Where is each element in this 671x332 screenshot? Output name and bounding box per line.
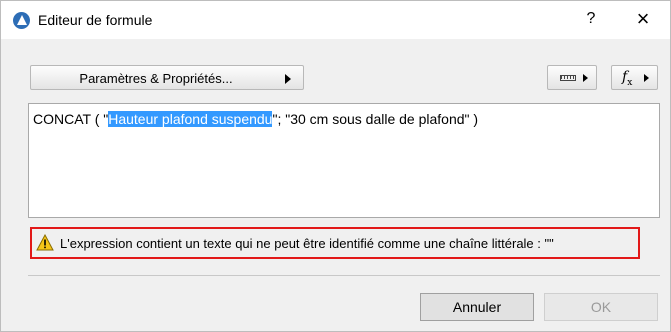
ok-button[interactable]: OK [544, 293, 658, 321]
error-message-text: L'expression contient un texte qui ne pe… [60, 236, 554, 251]
formula-editor-textarea[interactable]: CONCAT ( "Hauteur plafond suspendu"; "30… [28, 103, 660, 218]
divider [28, 275, 660, 276]
cancel-button[interactable]: Annuler [420, 293, 534, 321]
parameters-properties-label: Paramètres & Propriétés... [79, 71, 233, 86]
error-message-box: L'expression contient un texte qui ne pe… [30, 227, 640, 259]
chevron-right-icon [583, 74, 588, 82]
archicad-logo-icon [13, 12, 30, 29]
formula-editor-dialog: Editeur de formule ? × Paramètres & Prop… [0, 0, 671, 332]
title-bar: Editeur de formule ? × [1, 1, 670, 39]
formula-text-after: "; "30 cm sous dalle de plafond" ) [272, 111, 479, 127]
formula-text-selected: Hauteur plafond suspendu [108, 111, 273, 127]
fx-icon: fx [622, 69, 633, 88]
functions-button[interactable]: fx [611, 65, 658, 90]
ruler-icon [560, 75, 576, 81]
formula-text-before: CONCAT ( " [33, 111, 109, 127]
chevron-right-icon [644, 74, 649, 82]
warning-icon [36, 234, 54, 251]
help-button[interactable]: ? [581, 9, 601, 29]
close-button[interactable]: × [631, 7, 655, 31]
parameters-properties-button[interactable]: Paramètres & Propriétés... [30, 65, 304, 90]
units-button[interactable] [547, 65, 597, 90]
chevron-right-icon [285, 74, 291, 84]
window-title: Editeur de formule [38, 12, 153, 28]
